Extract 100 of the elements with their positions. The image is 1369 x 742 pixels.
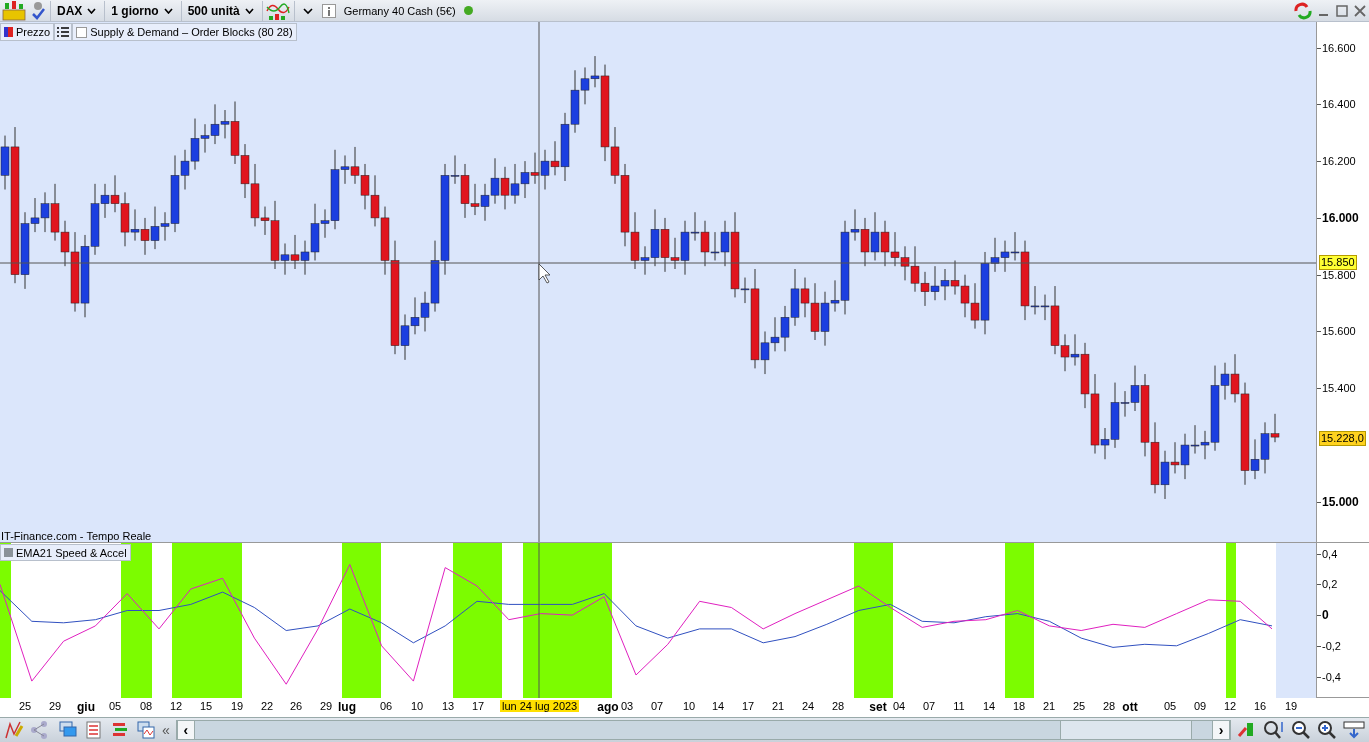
axis-label: 0,2: [1322, 577, 1338, 593]
axis-label: 08: [139, 700, 153, 712]
close-icon[interactable]: [1353, 3, 1367, 18]
candlestick: [520, 160, 530, 199]
indicator-legend[interactable]: EMA21 Speed & Accel: [0, 544, 131, 561]
mouse-cursor-icon: [538, 263, 551, 284]
candlestick: [920, 271, 930, 307]
scroll-right-button[interactable]: ›: [1212, 721, 1230, 739]
axis-label: 28: [831, 700, 845, 712]
axis-label: 16: [1253, 700, 1267, 712]
candlestick: [1000, 240, 1010, 273]
candlestick: [40, 191, 50, 233]
axis-label: -0,4: [1322, 669, 1341, 685]
axis-label: 04: [892, 700, 906, 712]
candlestick: [490, 157, 500, 205]
candlestick: [510, 163, 520, 205]
maximize-icon[interactable]: [1335, 3, 1349, 18]
axis-label: 17: [471, 700, 485, 712]
axis-label: 16.400: [1322, 97, 1356, 113]
axis-label: set: [869, 700, 887, 714]
demo-icon[interactable]: [2, 0, 26, 21]
candlestick: [880, 220, 890, 267]
indicator-chart-icon[interactable]: [261, 0, 290, 21]
axis-label: ago: [597, 700, 619, 714]
units-dropdown[interactable]: 500 unità: [180, 0, 258, 21]
info-icon[interactable]: [321, 3, 336, 18]
chat-icon[interactable]: [58, 720, 78, 740]
candlestick: [930, 265, 940, 301]
zoom-in-icon[interactable]: [1317, 720, 1337, 740]
scroll-left-button[interactable]: ‹: [176, 721, 195, 739]
axis-label: ott: [1122, 700, 1138, 714]
candlestick: [780, 305, 790, 352]
report-icon[interactable]: [84, 720, 104, 740]
data-source-label: IT-Finance.com - Tempo Reale: [1, 530, 152, 542]
axis-label: 17: [741, 700, 755, 712]
price-legend[interactable]: Prezzo: [0, 23, 55, 41]
indicator-legend[interactable]: Supply & Demand – Order Blocks (80 28): [72, 23, 297, 41]
axis-label: 09: [1193, 700, 1207, 712]
axis-label: -0,2: [1322, 638, 1341, 654]
axis-label: 13: [441, 700, 455, 712]
candlestick: [360, 163, 370, 210]
last-price-tag: 15.228,0: [1319, 431, 1366, 446]
candlestick: [770, 316, 780, 352]
axis-label: 10: [682, 700, 696, 712]
instrument-name: Germany 40 Cash (5€): [343, 4, 456, 17]
candlestick: [530, 152, 540, 185]
candlestick: [910, 245, 920, 293]
windows-icon[interactable]: [136, 720, 156, 740]
candlestick: [50, 183, 60, 242]
axis-label: 03: [620, 700, 634, 712]
axis-label: 06: [379, 700, 393, 712]
axis-label: 16.200: [1322, 154, 1356, 170]
axis-label: 26: [289, 700, 303, 712]
zoom-out-icon[interactable]: [1291, 720, 1311, 740]
candlestick: [890, 231, 900, 267]
axis-label: 21: [771, 700, 785, 712]
period-dropdown[interactable]: 1 giorno: [104, 0, 177, 21]
candlestick: [290, 234, 300, 270]
candlestick: [150, 206, 160, 250]
candlestick: [480, 183, 490, 222]
caret-icon: [87, 7, 97, 14]
download-icon[interactable]: [1343, 720, 1365, 740]
axis-label: giu: [77, 700, 95, 714]
axis-label: 15.400: [1322, 381, 1356, 397]
axis-label: 0: [1322, 607, 1329, 624]
candlestick: [960, 274, 970, 318]
collapse-button[interactable]: «: [162, 722, 170, 738]
candlestick: [900, 245, 910, 281]
pencil-icon[interactable]: [4, 720, 24, 740]
candlestick: [140, 217, 150, 256]
list-icon[interactable]: [54, 23, 73, 41]
axis-label: 15.600: [1322, 324, 1356, 340]
refresh-icon[interactable]: [1293, 1, 1313, 20]
axis-label: 16.600: [1322, 40, 1356, 56]
candlestick: [540, 149, 550, 190]
axis-label: 14: [711, 700, 725, 712]
axis-label: 29: [319, 700, 333, 712]
candlestick: [240, 143, 250, 199]
check-icon[interactable]: [30, 0, 46, 21]
crosshair-date-tag: lun 24 lug 2023: [500, 700, 580, 712]
caret-icon: [163, 7, 173, 14]
candlestick: [350, 146, 360, 185]
candlestick: [870, 211, 880, 261]
zoom-fit-icon[interactable]: [1263, 720, 1285, 740]
scrollbar-thumb[interactable]: [1060, 721, 1192, 739]
axis-label: 15: [199, 700, 213, 712]
symbol-dropdown[interactable]: DAX: [50, 0, 101, 21]
axis-label: 05: [1163, 700, 1177, 712]
axis-label: 24: [801, 700, 815, 712]
axis-label: 25: [1072, 700, 1086, 712]
candlestick: [940, 268, 950, 301]
axis-label: 25: [18, 700, 32, 712]
candlestick: [210, 103, 220, 145]
axis-label: 19: [1284, 700, 1298, 712]
horizontal-scrollbar[interactable]: ‹ ›: [175, 720, 1231, 740]
candlestick: [500, 166, 510, 210]
axis-label: 10: [410, 700, 424, 712]
axis-label: 18: [1012, 700, 1026, 712]
crosshair-price-tag: 15.850: [1319, 255, 1357, 270]
axis-label: 07: [650, 700, 664, 712]
